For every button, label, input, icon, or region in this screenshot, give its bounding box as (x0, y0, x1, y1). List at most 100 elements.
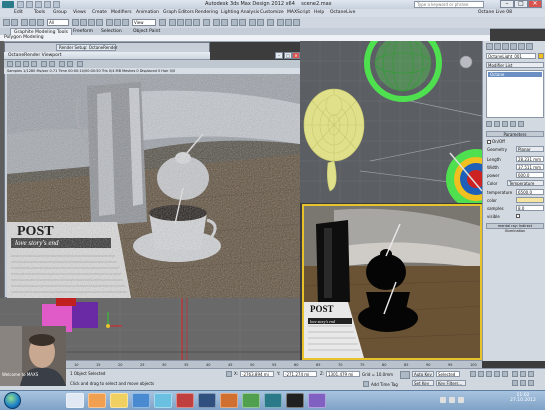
start-button-icon[interactable] (4, 392, 21, 409)
set-key-big-icon[interactable] (400, 371, 410, 379)
redo-icon[interactable] (53, 1, 60, 8)
octane-pick-focus-icon[interactable] (41, 61, 47, 67)
redo-button-icon[interactable] (11, 19, 18, 26)
time-tag-icon[interactable] (363, 381, 369, 387)
curve-editor-icon[interactable] (249, 19, 256, 26)
minimize-button[interactable]: – (500, 0, 514, 8)
key-filters-button[interactable]: Key Filters... (436, 380, 466, 386)
x-coordinate-field[interactable]: -2763.894 mi (240, 371, 274, 377)
octane-save-icon[interactable] (59, 61, 65, 67)
close-button[interactable]: ✕ (528, 0, 542, 8)
material-editor-icon[interactable] (267, 19, 274, 26)
octane-minimize-button[interactable]: – (275, 52, 283, 59)
pan-icon[interactable] (512, 380, 518, 386)
z-coordinate-field[interactable]: 1301.479 mi (326, 371, 360, 377)
samples-spinner[interactable]: 8.0 (516, 205, 544, 211)
move-icon[interactable] (106, 19, 113, 26)
tab-freeform[interactable]: Freeform (70, 28, 96, 35)
search-input[interactable]: Type a keyword or phrase (414, 1, 484, 8)
rendered-frame-icon[interactable] (285, 19, 292, 26)
polygon-modeling-label[interactable]: Polygon Modeling (4, 35, 44, 41)
tab-graphite-modeling-tools[interactable]: Graphite Modeling Tools (10, 28, 73, 35)
browser-icon[interactable] (88, 393, 106, 408)
menu-tools[interactable]: Tools (34, 10, 45, 15)
open-file-icon[interactable] (26, 1, 33, 8)
menu-help[interactable]: Help (314, 10, 324, 15)
width-spinner[interactable]: 37.511 mm (516, 164, 544, 170)
octane-settings-icon[interactable] (77, 61, 83, 67)
menu-graph-editors[interactable]: Graph Editors (163, 10, 194, 15)
zoom-all-icon[interactable] (520, 371, 526, 377)
temperature-spinner[interactable]: 6500.0 (516, 189, 544, 195)
viewport-bottom-right[interactable]: POST love story's end (302, 204, 482, 360)
tray-volume-icon[interactable] (449, 397, 455, 403)
make-unique-icon[interactable] (502, 121, 508, 127)
bind-space-warp-icon[interactable] (37, 19, 44, 26)
add-time-tag-text[interactable]: Add Time Tag (371, 382, 398, 387)
utilities-panel-icon[interactable] (526, 43, 533, 50)
motion-panel-icon[interactable] (510, 43, 517, 50)
auto-key-button[interactable]: Auto Key (412, 371, 434, 377)
skype-icon[interactable] (154, 393, 172, 408)
set-key-button[interactable]: Set Key (412, 380, 434, 386)
color-mode-dropdown[interactable]: Temperature (507, 180, 544, 186)
window-crossing-icon[interactable] (96, 19, 103, 26)
menu-group[interactable]: Group (53, 10, 67, 15)
percent-snap-icon[interactable] (185, 19, 192, 26)
selected-dropdown[interactable]: Selected (436, 371, 460, 377)
y-coordinate-field[interactable]: -271.274 mi (283, 371, 317, 377)
octane-region-icon[interactable] (67, 61, 73, 67)
explorer-icon[interactable] (66, 393, 84, 408)
octane-taskbar-icon[interactable] (286, 393, 304, 408)
octane-close-button[interactable]: ✕ (292, 52, 300, 59)
maximize-button[interactable]: □ (514, 0, 528, 8)
link-icon[interactable] (21, 19, 28, 26)
zoom-icon[interactable] (512, 371, 518, 377)
scale-icon[interactable] (122, 19, 129, 26)
modify-panel-icon[interactable] (494, 43, 501, 50)
tray-network-icon[interactable] (440, 397, 446, 403)
clock[interactable]: 11:02 27.10.2012 (508, 393, 538, 403)
3dsmax-taskbar-icon[interactable] (264, 393, 282, 408)
color-swatch[interactable] (516, 197, 544, 203)
go-to-end-icon[interactable] (502, 371, 508, 377)
app-icon-4[interactable] (242, 393, 260, 408)
new-file-icon[interactable] (17, 1, 24, 8)
render-setup-icon[interactable] (277, 19, 284, 26)
length-spinner[interactable]: 28.231 mm (516, 156, 544, 162)
menu-customize[interactable]: Customize (260, 10, 284, 15)
layer-manager-icon[interactable] (231, 19, 238, 26)
tray-flag-icon[interactable] (458, 397, 464, 403)
select-by-name-icon[interactable] (80, 19, 87, 26)
graphite-toggle-icon[interactable] (239, 19, 246, 26)
on-off-checkbox[interactable] (487, 140, 491, 144)
spinner-snap-icon[interactable] (193, 19, 200, 26)
rotate-icon[interactable] (114, 19, 121, 26)
modifier-list-dropdown[interactable]: Modifier List (486, 62, 544, 68)
selection-filter-dropdown[interactable]: All (47, 19, 69, 26)
app-icon-2[interactable] (198, 393, 216, 408)
mirror-icon[interactable] (213, 19, 220, 26)
unlink-icon[interactable] (29, 19, 36, 26)
menu-modifiers[interactable]: Modifiers (111, 10, 132, 15)
visible-checkbox[interactable] (516, 214, 520, 218)
mental-ray-rollout[interactable]: mental ray: Indirect Illumination (486, 223, 544, 233)
object-name-field[interactable]: OctaneLight_001 (486, 53, 536, 59)
octane-stop-icon[interactable] (15, 61, 21, 67)
object-color-swatch[interactable] (538, 53, 544, 59)
octane-pause-icon[interactable] (31, 61, 37, 67)
hierarchy-panel-icon[interactable] (502, 43, 509, 50)
parameters-rollout[interactable]: Parameters (486, 131, 544, 137)
menu-octanelive[interactable]: OctaneLive (330, 10, 355, 15)
snaps-toggle-icon[interactable] (169, 19, 176, 26)
viewport-top-right[interactable] (300, 41, 482, 203)
maximize-viewport-icon[interactable] (528, 380, 534, 386)
menu-create[interactable]: Create (92, 10, 107, 15)
app-logo-icon[interactable] (2, 1, 14, 8)
create-panel-icon[interactable] (486, 43, 493, 50)
menu-maxscript[interactable]: MAXScript (287, 10, 310, 15)
previous-frame-icon[interactable] (478, 371, 484, 377)
rect-selection-icon[interactable] (88, 19, 95, 26)
menu-lighting-analysis[interactable]: Lighting Analysis (221, 10, 259, 15)
render-setup-tab[interactable]: Render Setup: OctaneRender (56, 44, 117, 51)
